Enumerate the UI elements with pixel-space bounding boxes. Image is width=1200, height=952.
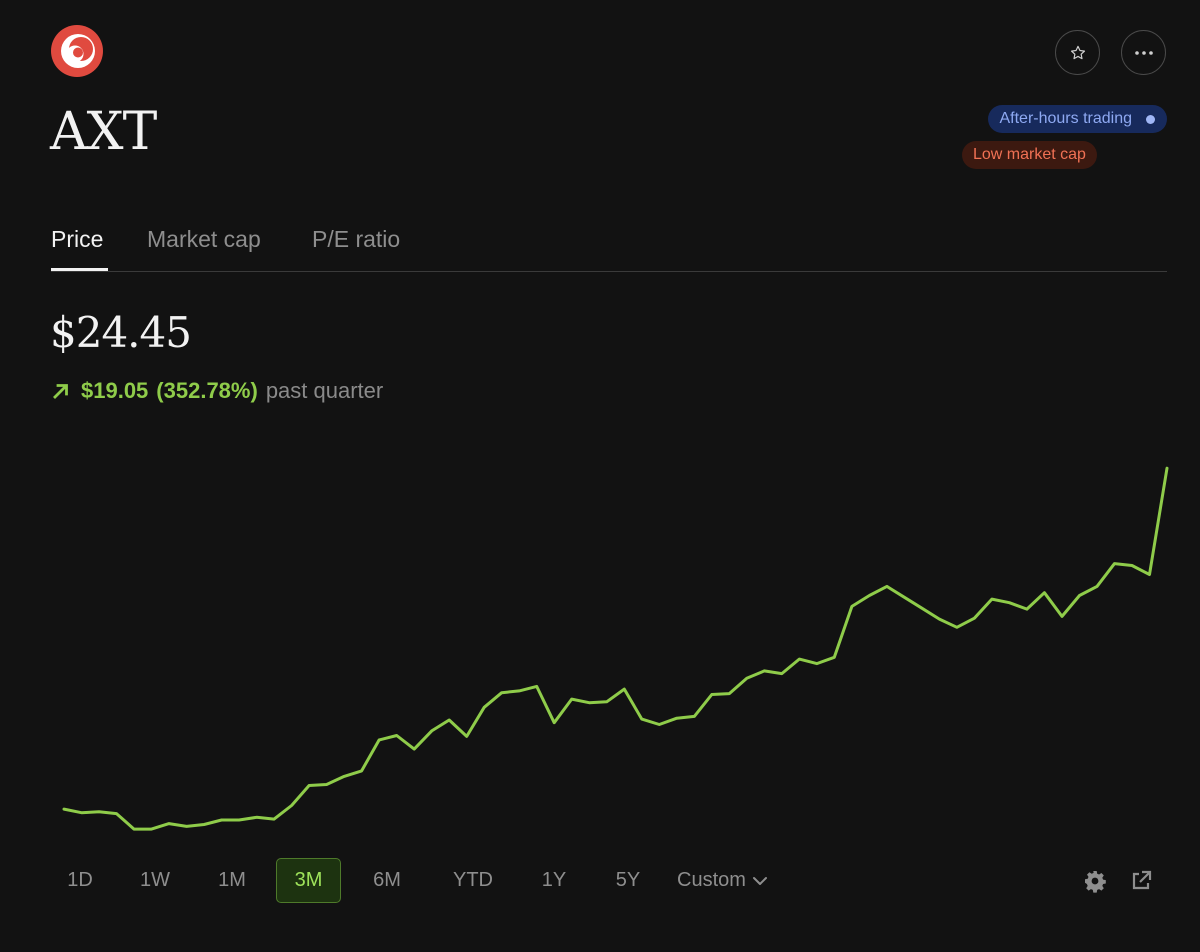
arrow-up-right-icon <box>53 384 68 399</box>
star-icon <box>1070 45 1085 59</box>
price-series-line <box>62 466 1169 831</box>
change-period: past quarter <box>265 378 384 403</box>
price-change: $19.05 (352.78%) past quarter <box>51 378 383 404</box>
range-3m[interactable]: 3M <box>276 858 341 903</box>
chevron-down-icon <box>752 876 767 885</box>
change-percent: (352.78%) <box>156 378 258 403</box>
favorite-button[interactable] <box>1055 30 1100 75</box>
range-custom[interactable]: Custom <box>677 858 787 903</box>
status-dot-icon <box>1146 114 1155 124</box>
current-price: $24.45 <box>50 308 192 357</box>
gear-icon[interactable] <box>1083 869 1107 893</box>
tab-pe-ratio[interactable]: P/E ratio <box>312 226 400 253</box>
price-chart[interactable] <box>0 440 1200 840</box>
range-1y[interactable]: 1Y <box>524 858 584 903</box>
ticker-symbol: AXT <box>50 102 157 162</box>
range-1m[interactable]: 1M <box>202 858 262 903</box>
change-amount: $19.05 <box>81 378 149 403</box>
after-hours-label: After-hours trading <box>999 110 1132 127</box>
range-5y[interactable]: 5Y <box>598 858 658 903</box>
metric-tabs: Price Market cap P/E ratio <box>51 222 1167 272</box>
range-custom-label: Custom <box>677 869 746 891</box>
more-options-button[interactable] <box>1121 30 1166 75</box>
company-logo <box>51 25 103 77</box>
range-ytd[interactable]: YTD <box>440 858 506 903</box>
low-market-cap-badge: Low market cap <box>962 141 1097 169</box>
range-1w[interactable]: 1W <box>125 858 185 903</box>
external-link-icon[interactable] <box>1129 869 1153 893</box>
tab-market-cap[interactable]: Market cap <box>147 226 261 253</box>
more-icon <box>1134 50 1153 55</box>
range-1d[interactable]: 1D <box>50 858 110 903</box>
range-6m[interactable]: 6M <box>357 858 417 903</box>
active-tab-indicator <box>51 268 108 271</box>
range-selector: 1D 1W 1M 3M 6M YTD 1Y 5Y Custom <box>0 858 1200 904</box>
stock-detail-page: AXT After-hours trading Low market cap P… <box>0 0 1200 952</box>
after-hours-badge: After-hours trading <box>988 105 1167 133</box>
tab-price[interactable]: Price <box>51 226 103 253</box>
